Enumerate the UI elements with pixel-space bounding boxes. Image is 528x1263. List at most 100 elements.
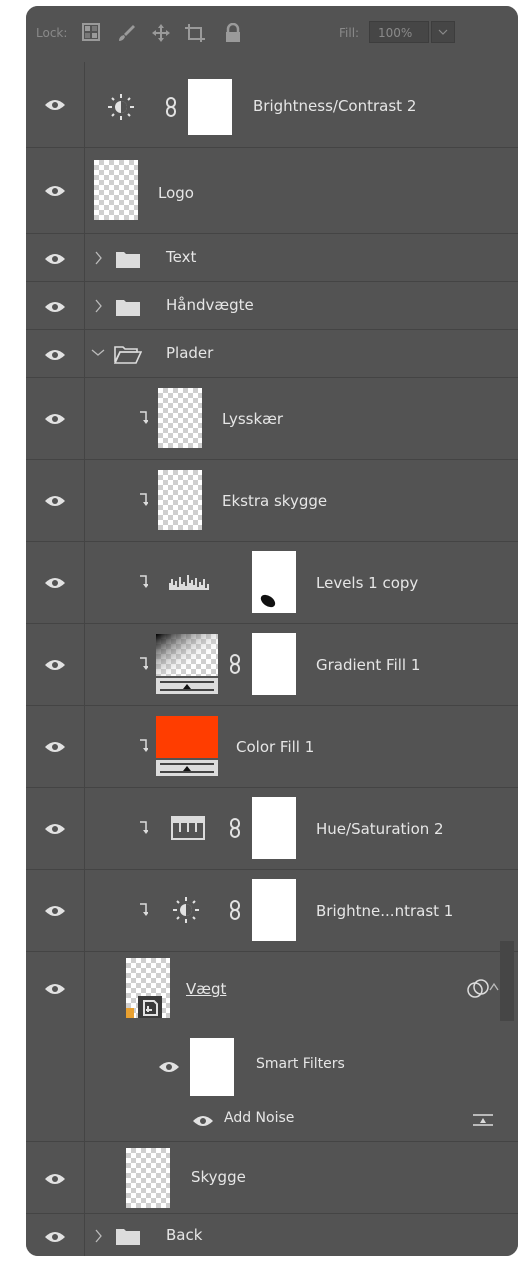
layer-name: Lysskær — [222, 410, 284, 428]
fill-dropdown-button[interactable] — [431, 21, 455, 43]
group-row-plader[interactable]: Plader — [26, 330, 518, 378]
layer-mask-thumbnail — [188, 79, 232, 135]
divider — [84, 952, 85, 1141]
layer-thumbnail — [158, 388, 202, 448]
brightness-adjustment-icon — [108, 94, 134, 120]
group-row-handvaegte[interactable]: Håndvægte — [26, 282, 518, 330]
chevron-down-icon[interactable] — [90, 348, 106, 358]
folder-icon — [116, 1229, 140, 1245]
clipping-mask-arrow-icon — [140, 739, 148, 752]
divider — [84, 378, 85, 459]
visibility-eye-icon[interactable] — [44, 982, 66, 996]
visibility-eye-icon[interactable] — [44, 740, 66, 754]
divider — [84, 624, 85, 705]
visibility-eye-icon[interactable] — [44, 300, 66, 314]
chevron-right-icon[interactable] — [94, 298, 104, 314]
hue-saturation-icon — [171, 816, 205, 840]
visibility-eye-icon[interactable] — [44, 1172, 66, 1186]
filter-blending-options-icon[interactable] — [472, 1112, 494, 1128]
layer-name: Brightne...ntrast 1 — [316, 902, 454, 920]
layer-row-lysskaer[interactable]: Lysskær — [26, 378, 518, 460]
divider — [84, 148, 85, 233]
divider — [84, 234, 85, 281]
group-row-back[interactable]: Back — [26, 1214, 518, 1256]
link-chain-icon[interactable] — [229, 654, 241, 674]
chevron-right-icon[interactable] — [94, 1228, 104, 1244]
visibility-eye-icon[interactable] — [44, 822, 66, 836]
link-chain-icon[interactable] — [229, 818, 241, 838]
layer-row-vaegt[interactable]: Vægt Smart Filters Add Noise — [26, 952, 518, 1142]
divider — [84, 282, 85, 329]
fill-input[interactable]: 100% — [369, 21, 429, 43]
layer-name: Logo — [158, 184, 194, 202]
layer-name: Vægt — [186, 980, 227, 998]
layer-row-ekstra-skygge[interactable]: Ekstra skygge — [26, 460, 518, 542]
layer-name: Hue/Saturation 2 — [316, 820, 444, 838]
smart-filters-visibility-eye-icon[interactable] — [158, 1060, 180, 1074]
layer-row-brightness-contrast-1[interactable]: Brightne...ntrast 1 — [26, 870, 518, 952]
layer-row-levels-1-copy[interactable]: Levels 1 copy — [26, 542, 518, 624]
lock-artboard-icon[interactable] — [185, 23, 205, 43]
layer-thumbnail — [94, 160, 138, 220]
visibility-eye-icon[interactable] — [44, 494, 66, 508]
add-noise-visibility-eye-icon[interactable] — [192, 1114, 214, 1128]
layer-mask-thumbnail — [252, 551, 296, 613]
visibility-eye-icon[interactable] — [44, 348, 66, 362]
layer-mask-thumbnail — [252, 633, 296, 695]
clipping-mask-arrow-icon — [140, 493, 148, 506]
divider — [84, 330, 85, 377]
clipping-mask-arrow-icon — [140, 575, 148, 588]
layer-thumbnail — [126, 1148, 170, 1208]
group-name: Text — [166, 248, 197, 266]
lock-image-pixels-icon[interactable] — [117, 23, 137, 43]
mask-shape — [260, 594, 276, 608]
visibility-eye-icon[interactable] — [44, 184, 66, 198]
group-name: Back — [166, 1226, 203, 1244]
scrollbar[interactable] — [500, 941, 514, 1021]
smart-filters-label: Smart Filters — [256, 1056, 345, 1072]
fill-label: Fill: — [339, 26, 360, 40]
lock-bar: Lock: Fill: 100% — [26, 6, 518, 62]
collapse-chevron-up-icon[interactable] — [489, 980, 499, 994]
visibility-eye-icon[interactable] — [44, 1230, 66, 1244]
layer-row-logo[interactable]: Logo — [26, 148, 518, 234]
layer-row-gradient-fill-1[interactable]: Gradient Fill 1 — [26, 624, 518, 706]
layer-name: Levels 1 copy — [316, 574, 419, 592]
layers-panel: Lock: Fill: 100% Brightness/Contrast 2 L… — [26, 6, 518, 1256]
visibility-eye-icon[interactable] — [44, 658, 66, 672]
group-row-text[interactable]: Text — [26, 234, 518, 282]
layer-row-brightness-contrast-2[interactable]: Brightness/Contrast 2 — [26, 62, 518, 148]
visibility-eye-icon[interactable] — [44, 904, 66, 918]
lock-label: Lock: — [36, 26, 68, 40]
layer-row-skygge[interactable]: Skygge — [26, 1142, 518, 1214]
layer-name: Color Fill 1 — [236, 738, 315, 756]
link-chain-icon[interactable] — [165, 97, 177, 117]
layer-row-hue-saturation-2[interactable]: Hue/Saturation 2 — [26, 788, 518, 870]
open-folder-icon — [114, 346, 142, 364]
divider — [84, 62, 85, 147]
levels-histogram-icon — [169, 575, 209, 590]
link-chain-icon[interactable] — [229, 900, 241, 920]
lock-transparent-pixels-icon[interactable] — [82, 23, 100, 41]
lock-position-icon[interactable] — [151, 23, 171, 43]
visibility-eye-icon[interactable] — [44, 576, 66, 590]
group-name: Plader — [166, 344, 214, 362]
divider — [84, 1142, 85, 1213]
clipping-mask-arrow-icon — [140, 657, 148, 670]
divider — [84, 460, 85, 541]
smart-object-badge-icon — [126, 996, 162, 1018]
visibility-eye-icon[interactable] — [44, 412, 66, 426]
filter-name: Add Noise — [224, 1110, 295, 1126]
visibility-eye-icon[interactable] — [44, 252, 66, 266]
smart-filter-options-icon[interactable] — [466, 978, 490, 1000]
color-fill-thumbnail — [156, 716, 218, 776]
chevron-right-icon[interactable] — [94, 250, 104, 266]
lock-all-icon[interactable] — [224, 23, 242, 43]
divider — [84, 706, 85, 787]
visibility-eye-icon[interactable] — [44, 98, 66, 112]
layer-thumbnail — [158, 470, 202, 530]
layer-row-color-fill-1[interactable]: Color Fill 1 — [26, 706, 518, 788]
clipping-mask-arrow-icon — [140, 821, 148, 834]
gradient-fill-thumbnail — [156, 634, 218, 694]
folder-icon — [116, 252, 140, 268]
